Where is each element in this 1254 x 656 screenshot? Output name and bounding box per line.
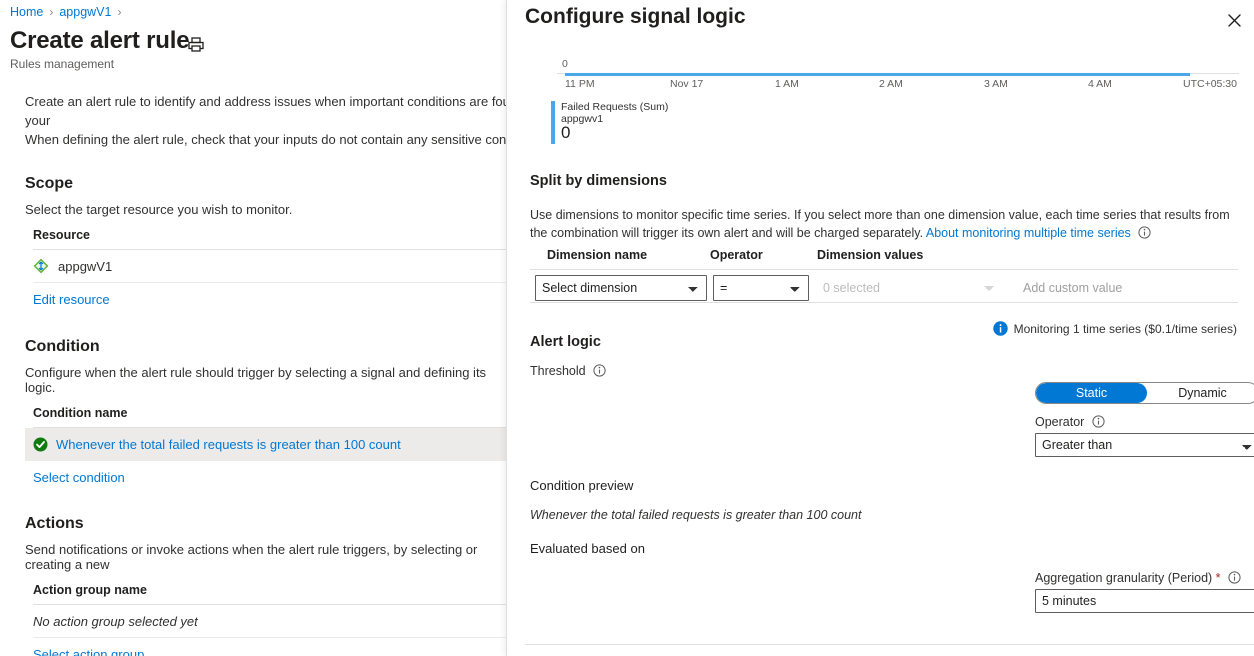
application-gateway-icon	[33, 258, 49, 274]
info-icon[interactable]	[593, 364, 606, 377]
column-operator: Operator	[710, 248, 763, 262]
close-icon[interactable]	[1220, 6, 1248, 34]
threshold-label-text: Threshold	[530, 364, 586, 378]
actions-table: Action group name No action group select…	[33, 583, 506, 656]
select-action-group-link[interactable]: Select action group	[33, 647, 506, 656]
info-icon[interactable]	[1228, 571, 1241, 584]
split-by-dimensions-heading: Split by dimensions	[530, 173, 667, 189]
evaluated-based-on-heading: Evaluated based on	[530, 541, 645, 556]
chart-x-tick: 3 AM	[984, 78, 1008, 90]
create-alert-rule-blade: Home › appgwV1 › Create alert rule Rules…	[0, 0, 506, 656]
operator-select[interactable]: =	[713, 275, 809, 301]
operator-label-text: Operator	[1035, 415, 1085, 429]
scope-column-header: Resource	[33, 228, 506, 250]
condition-preview-heading: Condition preview	[530, 478, 634, 493]
chart-x-tick: 11 PM	[565, 78, 595, 90]
select-condition-link[interactable]: Select condition	[33, 470, 506, 485]
panel-bottom-divider	[525, 644, 1254, 645]
scope-resource-row[interactable]: appgwV1	[33, 250, 506, 283]
split-description-line-2: combination will trigger its own alert a…	[550, 226, 924, 240]
chart-x-tick: Nov 17	[670, 78, 704, 90]
divider	[530, 269, 1238, 270]
breadcrumb-chevron-icon: ›	[117, 5, 122, 19]
breadcrumb-item-appgwv1[interactable]: appgwV1	[59, 5, 111, 19]
condition-column-header: Condition name	[33, 406, 506, 428]
split-by-dimensions-description: Use dimensions to monitor specific time …	[530, 206, 1242, 242]
chart-x-tick: 1 AM	[775, 78, 799, 90]
metric-chart: 0 11 PM Nov 17 1 AM 2 AM 3 AM 4 AM UTC+0…	[507, 58, 1254, 148]
actions-empty-row: No action group selected yet	[33, 605, 506, 638]
green-check-icon	[33, 437, 48, 452]
condition-description: Configure when the alert rule should tri…	[25, 365, 487, 395]
actions-heading: Actions	[25, 515, 84, 532]
actions-empty-text: No action group selected yet	[33, 613, 198, 629]
monitoring-time-series-note: Monitoring 1 time series ($0.1/time seri…	[992, 321, 1237, 336]
info-icon[interactable]	[1138, 226, 1151, 239]
threshold-label: Threshold	[530, 364, 606, 378]
legend-series-name: Failed Requests (Sum)	[561, 101, 669, 113]
intro-line-1: Create an alert rule to identify and add…	[25, 94, 506, 128]
threshold-type-toggle[interactable]: Static Dynamic	[1035, 382, 1254, 404]
chart-y-tick-0: 0	[562, 58, 568, 70]
condition-row[interactable]: Whenever the total failed requests is gr…	[25, 428, 506, 461]
page-title: Create alert rule	[10, 27, 190, 54]
aggregation-granularity-label: Aggregation granularity (Period) *	[1035, 571, 1241, 585]
monitoring-note-text: Monitoring 1 time series ($0.1/time seri…	[1013, 321, 1237, 336]
dimension-values-select[interactable]: 0 selected	[817, 275, 1002, 301]
column-dimension-values: Dimension values	[817, 248, 924, 262]
scope-resource-name: appgwV1	[58, 258, 113, 274]
legend-value: 0	[561, 123, 571, 142]
scope-table: Resource appgwV1 Edit resource	[33, 228, 506, 307]
printer-icon[interactable]	[186, 36, 206, 54]
legend-color-swatch	[551, 101, 555, 144]
info-icon[interactable]	[1092, 415, 1105, 428]
threshold-option-static[interactable]: Static	[1036, 383, 1147, 403]
chart-series-line	[565, 73, 1190, 76]
chart-x-tick: 4 AM	[1088, 78, 1112, 90]
actions-description: Send notifications or invoke actions whe…	[25, 542, 478, 572]
operator-field-label: Operator	[1035, 415, 1105, 429]
dimension-name-select[interactable]: Select dimension	[535, 275, 707, 301]
configure-signal-logic-panel: Configure signal logic 0 11 PM Nov 17 1 …	[506, 0, 1254, 656]
alert-operator-select[interactable]: Greater than	[1035, 433, 1254, 457]
edit-resource-link[interactable]: Edit resource	[33, 292, 506, 307]
page-subtitle: Rules management	[10, 57, 115, 71]
intro-text: Create an alert rule to identify and add…	[25, 92, 506, 149]
granularity-label-text: Aggregation granularity (Period)	[1035, 571, 1213, 585]
threshold-option-dynamic[interactable]: Dynamic	[1147, 383, 1254, 403]
scope-heading: Scope	[25, 175, 74, 192]
scope-description: Select the target resource you wish to m…	[25, 202, 293, 217]
breadcrumb: Home › appgwV1 ›	[10, 5, 121, 19]
breadcrumb-item-home[interactable]: Home	[10, 5, 43, 19]
column-dimension-name: Dimension name	[547, 248, 648, 262]
required-asterisk: *	[1215, 571, 1221, 585]
about-monitoring-multiple-time-series-link[interactable]: About monitoring multiple time series	[926, 226, 1131, 240]
aggregation-granularity-select[interactable]: 5 minutes	[1035, 589, 1254, 613]
panel-title: Configure signal logic	[525, 5, 746, 28]
alert-logic-heading: Alert logic	[530, 334, 601, 350]
chart-timezone-label: UTC+05:30	[1183, 78, 1237, 90]
condition-preview-text: Whenever the total failed requests is gr…	[530, 508, 862, 522]
intro-line-2: When defining the alert rule, check that…	[25, 132, 506, 147]
info-filled-icon	[992, 321, 1008, 336]
chart-x-axis: 11 PM Nov 17 1 AM 2 AM 3 AM 4 AM UTC+05:…	[557, 78, 1247, 92]
condition-heading: Condition	[25, 338, 100, 355]
breadcrumb-chevron-icon: ›	[49, 5, 54, 19]
condition-row-text[interactable]: Whenever the total failed requests is gr…	[56, 437, 401, 452]
condition-table: Condition name Whenever the total failed…	[25, 406, 506, 485]
divider	[530, 302, 1238, 303]
add-custom-value-input[interactable]	[1017, 275, 1232, 301]
chart-x-tick: 2 AM	[879, 78, 903, 90]
actions-column-header: Action group name	[33, 583, 506, 605]
